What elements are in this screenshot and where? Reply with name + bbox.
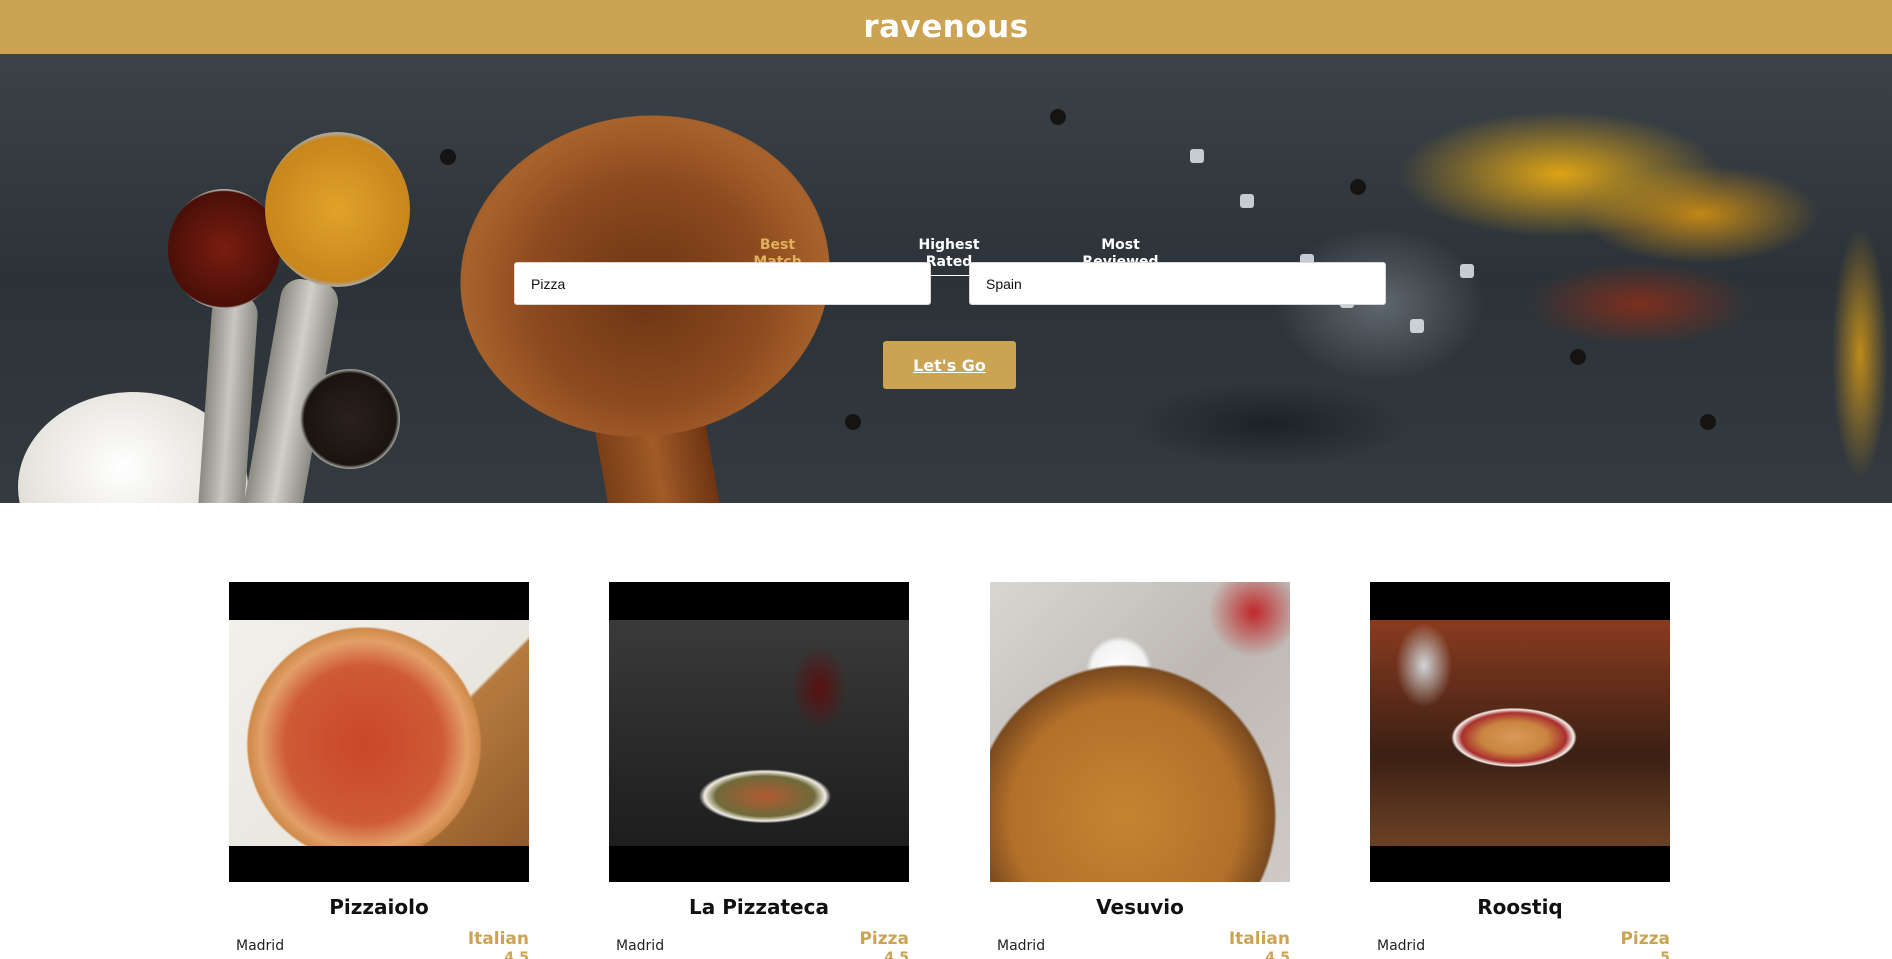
business-city: Madrid xyxy=(616,938,665,954)
business-category: Pizza xyxy=(859,929,909,949)
business-card[interactable]: Vesuvio Madrid Italian 4.5 xyxy=(990,582,1290,959)
pizza-photo xyxy=(229,620,529,846)
business-name: Roostiq xyxy=(1477,895,1563,919)
top-bar: ravenous xyxy=(0,0,1892,54)
business-list: Pizzaiolo Madrid Italian 4.5 La Pizzatec… xyxy=(0,503,1892,959)
business-card[interactable]: Pizzaiolo Madrid Italian 4.5 xyxy=(229,582,529,959)
turmeric-image xyxy=(265,132,410,287)
tab-highest-rated[interactable]: Highest Rated xyxy=(864,178,1035,275)
paprika-image xyxy=(168,189,280,309)
business-rating: 4.5 xyxy=(504,950,529,959)
business-rating: 4.5 xyxy=(884,950,909,959)
business-city: Madrid xyxy=(236,938,285,954)
food-photo xyxy=(1370,620,1670,846)
business-photo xyxy=(609,582,909,882)
business-category: Italian xyxy=(467,929,529,949)
lets-go-button[interactable]: Let's Go xyxy=(883,341,1016,389)
peppercorn-image xyxy=(1350,179,1366,195)
business-name: La Pizzateca xyxy=(689,895,829,919)
peppercorn-image xyxy=(1050,109,1066,125)
tab-best-match[interactable]: Best Match xyxy=(692,178,863,275)
logo: ravenous xyxy=(863,9,1029,45)
salt-image xyxy=(1240,194,1254,208)
business-category: Italian xyxy=(1228,929,1290,949)
search-term-input[interactable] xyxy=(514,262,931,305)
business-category: Pizza xyxy=(1620,929,1670,949)
business-photo xyxy=(1370,582,1670,882)
hero-search-banner: Best Match Highest Rated Most Reviewed xyxy=(0,54,1892,503)
business-city: Madrid xyxy=(997,938,1046,954)
peppercorn-image xyxy=(1570,349,1586,365)
peppercorn-image xyxy=(300,369,400,469)
business-card[interactable]: La Pizzateca Madrid Pizza 4.5 xyxy=(609,582,909,959)
peppercorn-image xyxy=(440,149,456,165)
business-name: Pizzaiolo xyxy=(329,895,429,919)
location-input[interactable] xyxy=(969,262,1386,305)
business-rating: 5 xyxy=(1660,950,1670,959)
salt-image xyxy=(1410,319,1424,333)
business-photo xyxy=(229,582,529,882)
business-photo xyxy=(990,582,1290,882)
business-rating: 4.5 xyxy=(1265,950,1290,959)
business-name: Vesuvio xyxy=(1096,895,1184,919)
salt-image xyxy=(1190,149,1204,163)
tab-most-reviewed[interactable]: Most Reviewed xyxy=(1035,178,1206,275)
business-card[interactable]: Roostiq Madrid Pizza 5 xyxy=(1370,582,1670,959)
pizza-photo xyxy=(990,582,1290,882)
peppercorn-image xyxy=(845,414,861,430)
peppercorn-image xyxy=(1700,414,1716,430)
salt-image xyxy=(1460,264,1474,278)
pizza-photo xyxy=(609,620,909,846)
business-city: Madrid xyxy=(1377,938,1426,954)
